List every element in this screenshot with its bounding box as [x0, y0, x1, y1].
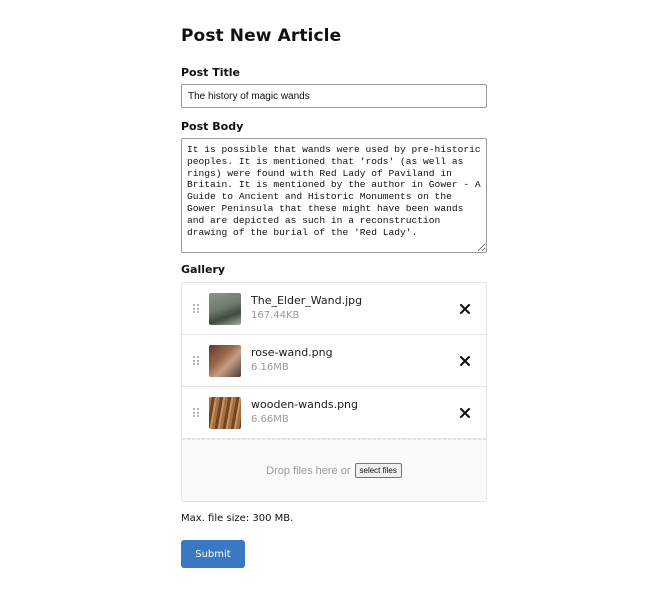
post-article-form: Post New Article Post Title Post Body It…	[181, 24, 487, 568]
file-name: wooden-wands.png	[251, 398, 359, 411]
drag-handle-icon[interactable]	[193, 356, 199, 365]
dropzone-text: Drop files here or	[266, 464, 351, 477]
gallery-label: Gallery	[181, 263, 226, 276]
gallery-list: The_Elder_Wand.jpg 167.44KB rose-wand.pn…	[181, 282, 487, 502]
drag-handle-icon[interactable]	[193, 408, 199, 417]
post-title-input[interactable]	[181, 84, 487, 108]
post-title-label: Post Title	[181, 66, 241, 79]
file-name: rose-wand.png	[251, 346, 333, 359]
remove-file-icon[interactable]	[457, 301, 473, 317]
post-body-label: Post Body	[181, 120, 244, 133]
file-size: 6.66MB	[251, 414, 289, 425]
file-thumbnail	[209, 344, 241, 377]
remove-file-icon[interactable]	[457, 405, 473, 421]
post-body-textarea[interactable]: It is possible that wands were used by p…	[181, 138, 487, 253]
gallery-item[interactable]: wooden-wands.png 6.66MB	[182, 387, 486, 439]
file-name: The_Elder_Wand.jpg	[251, 294, 363, 307]
max-file-size-note: Max. file size: 300 MB.	[181, 513, 294, 524]
drag-handle-icon[interactable]	[193, 304, 199, 313]
submit-button[interactable]: Submit	[181, 540, 245, 568]
file-size: 6.16MB	[251, 362, 289, 373]
file-thumbnail	[209, 292, 241, 325]
select-files-button[interactable]: select files	[354, 463, 402, 478]
file-thumbnail	[209, 396, 241, 429]
gallery-item[interactable]: rose-wand.png 6.16MB	[182, 335, 486, 387]
file-size: 167.44KB	[251, 310, 300, 321]
file-dropzone[interactable]: Drop files here or select files	[182, 439, 486, 501]
page-title: Post New Article	[181, 26, 342, 46]
remove-file-icon[interactable]	[457, 353, 473, 369]
gallery-item[interactable]: The_Elder_Wand.jpg 167.44KB	[182, 283, 486, 335]
